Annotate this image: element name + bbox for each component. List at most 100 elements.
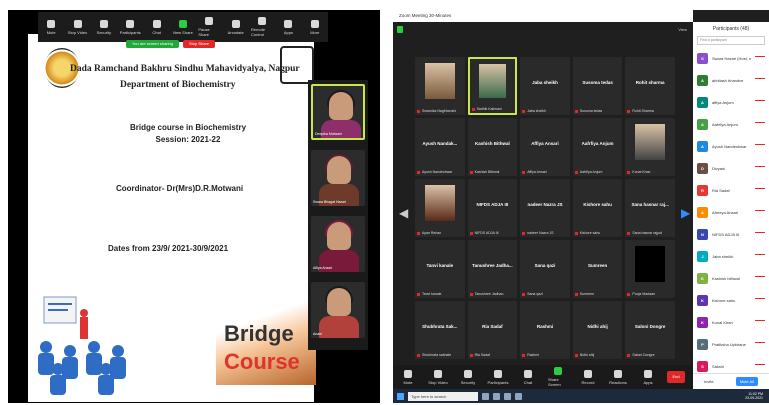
muted-mic-icon — [755, 188, 765, 192]
chat-icon — [524, 369, 532, 378]
view-button[interactable]: View — [678, 27, 687, 32]
participant-tile[interactable]: Ayan Rehan — [415, 179, 465, 237]
invite-button[interactable]: Invite — [704, 379, 714, 384]
video-tile[interactable]: Deepika Motwani — [311, 84, 365, 140]
toolbar-label: Chat — [523, 379, 533, 385]
tile-display-name: Susoma tedas — [582, 80, 613, 86]
share-screen-button[interactable]: Share Screen — [548, 367, 568, 387]
participant-tile[interactable]: Kashish Bithwal Kashish Bithwal — [467, 118, 518, 176]
participant-tile[interactable]: Swarnika Nagbhanshi — [415, 57, 465, 115]
participant-tile[interactable]: Pooja Madaan — [625, 240, 675, 298]
windows-start-icon[interactable] — [397, 392, 404, 400]
toolbar-label: Chat — [152, 29, 161, 35]
folder-icon[interactable] — [504, 392, 511, 400]
shield-icon[interactable] — [397, 26, 403, 33]
stop-video-button[interactable]: Stop Video — [67, 19, 89, 35]
participant-search[interactable]: Find a participant — [697, 36, 765, 45]
participant-tile[interactable]: Tanushree Jadha... Tanushree Jadhao — [467, 240, 518, 298]
apps-button[interactable]: Apps — [277, 19, 299, 35]
participant-tile[interactable]: Nidhi ahij Nidhi ahij — [572, 301, 623, 359]
end-meeting-button[interactable]: End — [667, 371, 685, 383]
apps-button[interactable]: Apps — [638, 369, 658, 385]
participant-tile[interactable]: NIFDS ADJA III NIFDS ADJA III — [467, 179, 518, 237]
participant-row[interactable]: D Divyani — [693, 157, 769, 179]
video-tile[interactable]: Alfiya Ansari — [311, 216, 365, 272]
chevron-left-icon[interactable]: ◀ — [399, 206, 408, 220]
new-share-button[interactable]: New Share — [172, 19, 194, 35]
participant-row[interactable]: S Swara Hazari (Host, me) — [693, 47, 769, 69]
participant-tile[interactable]: Tanvi kanale Tanvi kanale — [415, 240, 465, 298]
muted-mic-icon — [755, 276, 765, 280]
muted-mic-icon — [755, 78, 765, 82]
participant-tile[interactable]: Aafrfiya Anjum Aafrfiya Anjum — [572, 118, 623, 176]
participants-button[interactable]: Participants — [488, 369, 508, 385]
mute-all-button[interactable]: Mute All — [735, 377, 758, 386]
participant-tile[interactable]: Saloni Dongre Saloni Dongre — [625, 301, 675, 359]
tile-display-name: Kishore sahu — [583, 202, 612, 208]
annotate-button[interactable]: Annotate — [225, 19, 247, 35]
security-button[interactable]: Security — [458, 369, 478, 385]
toolbar-label: Apps — [283, 29, 293, 35]
mute-button[interactable]: Mute — [40, 19, 62, 35]
participant-row[interactable]: N NIFDS ADJA III — [693, 223, 769, 245]
video-tile[interactable]: Anam — [311, 282, 365, 338]
mute-button[interactable]: Mute — [398, 369, 418, 385]
participant-tile[interactable]: Susoma tedas Susoma tedas — [572, 57, 623, 115]
participant-tile[interactable]: Ria Sadaf Ria Sadaf — [467, 301, 518, 359]
participant-tile[interactable]: Sumreen Sumreen — [572, 240, 623, 298]
taskbar-search[interactable]: Type here to search — [408, 391, 478, 401]
toolbar-label: Reactions — [609, 379, 627, 385]
zoom-app-icon[interactable] — [515, 392, 522, 400]
participant-photo — [478, 64, 507, 98]
participant-row[interactable]: J Jaba sheikh — [693, 245, 769, 267]
participant-photo — [424, 184, 455, 221]
record-button[interactable]: Record — [578, 369, 598, 385]
tile-name: Alfiya Ansari — [313, 266, 333, 270]
participant-tile[interactable]: Jaba sheikh Jaba sheikh — [520, 57, 570, 115]
toolbar-label: Apps — [643, 379, 653, 385]
participant-row[interactable]: K Kashish bithwal — [693, 267, 769, 289]
participant-tile[interactable]: Kishore sahu Kishore sahu — [572, 179, 623, 237]
chat-button[interactable]: Chat — [518, 369, 538, 385]
tile-name-label: Saloni Dongre — [627, 353, 654, 357]
chat-button[interactable]: Chat — [146, 19, 168, 35]
participant-tile[interactable]: Affiya Ansari Affiya Ansari — [520, 118, 570, 176]
participant-tile[interactable]: Sadhik Kalimani — [467, 57, 518, 115]
participant-tile[interactable]: Rohit sharma Rohit Sharma — [625, 57, 675, 115]
participant-row[interactable]: K Kishore sahu — [693, 289, 769, 311]
edge-icon[interactable] — [493, 392, 500, 400]
participant-tile[interactable]: Sana qazi Sana qazi — [520, 240, 570, 298]
tile-name-label: Sana qazi — [522, 292, 543, 296]
muted-mic-icon — [755, 56, 765, 60]
security-button[interactable]: Security — [93, 19, 115, 35]
participant-row[interactable]: A Ayush Nandeshwar — [693, 135, 769, 157]
toolbar-label: Share Screen — [548, 377, 561, 387]
participant-row[interactable]: A Aafrfiya Anjum — [693, 113, 769, 135]
participant-tile[interactable]: nadeer Nazra JS nadeer Nazra JS — [520, 179, 570, 237]
participant-row[interactable]: Aaffiya Anjum — [693, 91, 769, 113]
participants-footer: Invite Mute All — [693, 373, 769, 389]
participant-row[interactable]: P Pratiksha Upkhane — [693, 333, 769, 355]
participant-tile[interactable]: Rashmi Rashmi — [520, 301, 570, 359]
participant-tile[interactable]: Ayush Nandak... Ayush Nandeshwar — [415, 118, 465, 176]
participant-tile[interactable]: Shubhrata Sak... Shubhrata sakhale — [415, 301, 465, 359]
remote-control-button[interactable]: Remote Control — [251, 17, 273, 37]
taskview-icon[interactable] — [482, 392, 489, 400]
pause-share-button[interactable]: Pause Share — [198, 17, 220, 37]
stop-video-button[interactable]: Stop Video — [428, 369, 448, 385]
participant-tile[interactable]: Sana hasnar raj... Sana hasnar rajput — [625, 179, 675, 237]
reactions-button[interactable]: Reactions — [608, 369, 628, 385]
muted-mic-icon — [755, 364, 765, 368]
camera-icon — [73, 19, 82, 28]
avatar: R — [697, 184, 708, 196]
chevron-right-icon[interactable]: ▶ — [681, 206, 690, 220]
participants-button[interactable]: Participants — [119, 19, 141, 35]
video-tile[interactable]: Swara Bhagat Hazari — [311, 150, 365, 206]
participant-row[interactable]: K Kunal Khan — [693, 311, 769, 333]
stop-share-button[interactable]: Stop Share — [183, 40, 216, 48]
participant-row[interactable]: R Ria Sadaf — [693, 179, 769, 201]
participant-row[interactable]: A Afreeya Ansari — [693, 201, 769, 223]
more-button[interactable]: More — [304, 19, 326, 35]
participant-tile[interactable]: Kunal Khan — [625, 118, 675, 176]
participant-row[interactable]: Aabhilash bhandve — [693, 69, 769, 91]
